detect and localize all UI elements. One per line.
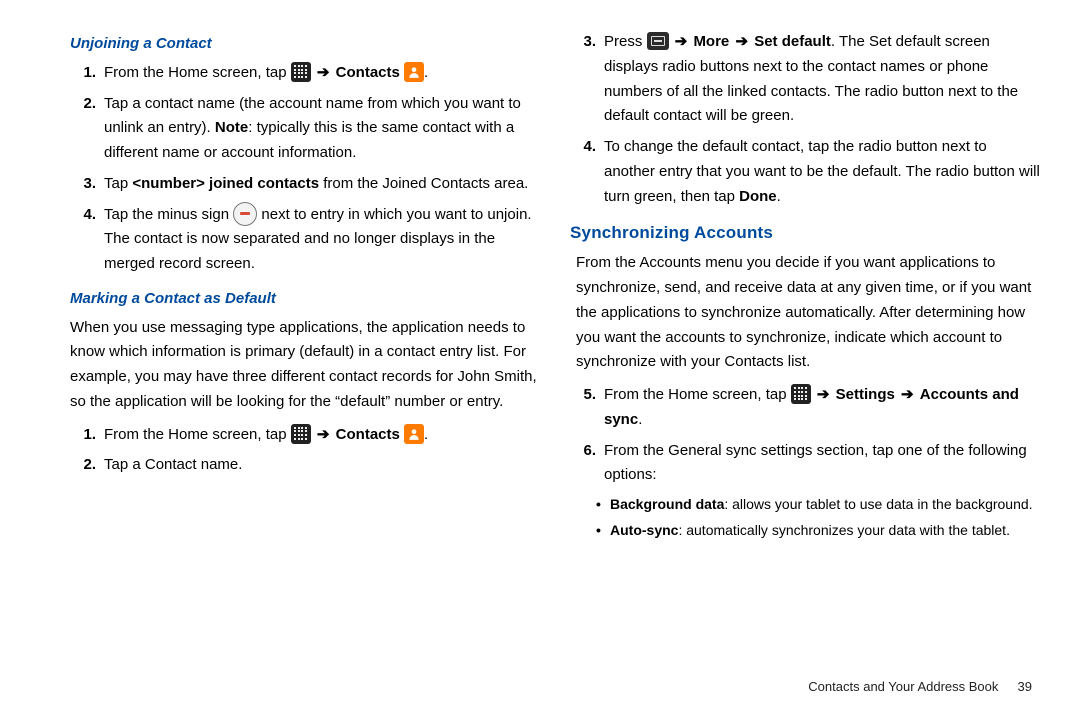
sync-options-list: • Background data: allows your tablet to… <box>596 494 1040 541</box>
step-item: 4. Tap the minus sign next to entry in w… <box>70 203 540 277</box>
marking-steps-list: 1. From the Home screen, tap ➔ Contacts … <box>70 423 540 479</box>
contacts-label: Contacts <box>336 64 400 81</box>
step-item: 5. From the Home screen, tap ➔ Settings … <box>570 383 1040 433</box>
bullet-item: • Background data: allows your tablet to… <box>596 494 1040 514</box>
menu-hardkey-icon <box>647 32 669 50</box>
step-body: To change the default contact, tap the r… <box>604 135 1040 209</box>
arrow-icon: ➔ <box>815 386 832 403</box>
marking-steps-continued: 3. Press ➔ More ➔ Set default. The Set d… <box>570 30 1040 209</box>
step-item: 2. Tap a Contact name. <box>70 453 540 478</box>
bullet-item: • Auto-sync: automatically synchronizes … <box>596 520 1040 540</box>
sync-steps-list: 5. From the Home screen, tap ➔ Settings … <box>570 383 1040 488</box>
arrow-icon: ➔ <box>315 426 332 443</box>
section-synchronizing-accounts: Synchronizing Accounts <box>570 219 1040 247</box>
step-number: 1. <box>70 423 104 448</box>
step-number: 5. <box>570 383 604 433</box>
heading-marking-default: Marking a Contact as Default <box>70 287 540 312</box>
step-body: Tap <number> joined contacts from the Jo… <box>104 172 540 197</box>
footer-section-name: Contacts and Your Address Book <box>808 679 998 694</box>
step-body: Tap the minus sign next to entry in whic… <box>104 203 540 277</box>
minus-circle-icon <box>233 202 257 226</box>
heading-unjoining: Unjoining a Contact <box>70 32 540 57</box>
contacts-icon <box>404 62 424 82</box>
sync-paragraph: From the Accounts menu you decide if you… <box>576 251 1040 375</box>
bullet-marker: • <box>596 520 610 540</box>
arrow-icon: ➔ <box>899 386 916 403</box>
step-number: 4. <box>70 203 104 277</box>
left-column: Unjoining a Contact 1. From the Home scr… <box>70 30 540 700</box>
step-number: 1. <box>70 61 104 86</box>
step-item: 3. Tap <number> joined contacts from the… <box>70 172 540 197</box>
step-body: Tap a contact name (the account name fro… <box>104 92 540 166</box>
step-body: From the General sync settings section, … <box>604 439 1040 489</box>
contacts-icon <box>404 424 424 444</box>
manual-page: Unjoining a Contact 1. From the Home scr… <box>0 0 1080 720</box>
right-column: 3. Press ➔ More ➔ Set default. The Set d… <box>570 30 1040 700</box>
step-number: 2. <box>70 92 104 166</box>
step-item: 2. Tap a contact name (the account name … <box>70 92 540 166</box>
step-item: 1. From the Home screen, tap ➔ Contacts … <box>70 61 540 86</box>
page-number: 39 <box>1002 679 1032 694</box>
step-item: 4. To change the default contact, tap th… <box>570 135 1040 209</box>
step-number: 2. <box>70 453 104 478</box>
step-number: 3. <box>70 172 104 197</box>
contacts-label: Contacts <box>336 426 400 443</box>
step-item: 3. Press ➔ More ➔ Set default. The Set d… <box>570 30 1040 129</box>
step-body: Press ➔ More ➔ Set default. The Set defa… <box>604 30 1040 129</box>
step-item: 1. From the Home screen, tap ➔ Contacts … <box>70 423 540 448</box>
apps-grid-icon <box>291 62 311 82</box>
step-body: From the Home screen, tap ➔ Contacts . <box>104 61 540 86</box>
step-number: 3. <box>570 30 604 129</box>
step-number: 6. <box>570 439 604 489</box>
unjoin-steps-list: 1. From the Home screen, tap ➔ Contacts … <box>70 61 540 277</box>
marking-default-paragraph: When you use messaging type applications… <box>70 316 540 415</box>
step-body: From the Home screen, tap ➔ Contacts . <box>104 423 540 448</box>
step-item: 6. From the General sync settings sectio… <box>570 439 1040 489</box>
arrow-icon: ➔ <box>315 64 332 81</box>
step-body: From the Home screen, tap ➔ Settings ➔ A… <box>604 383 1040 433</box>
bullet-marker: • <box>596 494 610 514</box>
page-footer: Contacts and Your Address Book 39 <box>808 679 1032 694</box>
arrow-icon: ➔ <box>733 33 750 50</box>
arrow-icon: ➔ <box>673 33 690 50</box>
step-body: Tap a Contact name. <box>104 453 540 478</box>
apps-grid-icon <box>291 424 311 444</box>
step-number: 4. <box>570 135 604 209</box>
apps-grid-icon <box>791 384 811 404</box>
